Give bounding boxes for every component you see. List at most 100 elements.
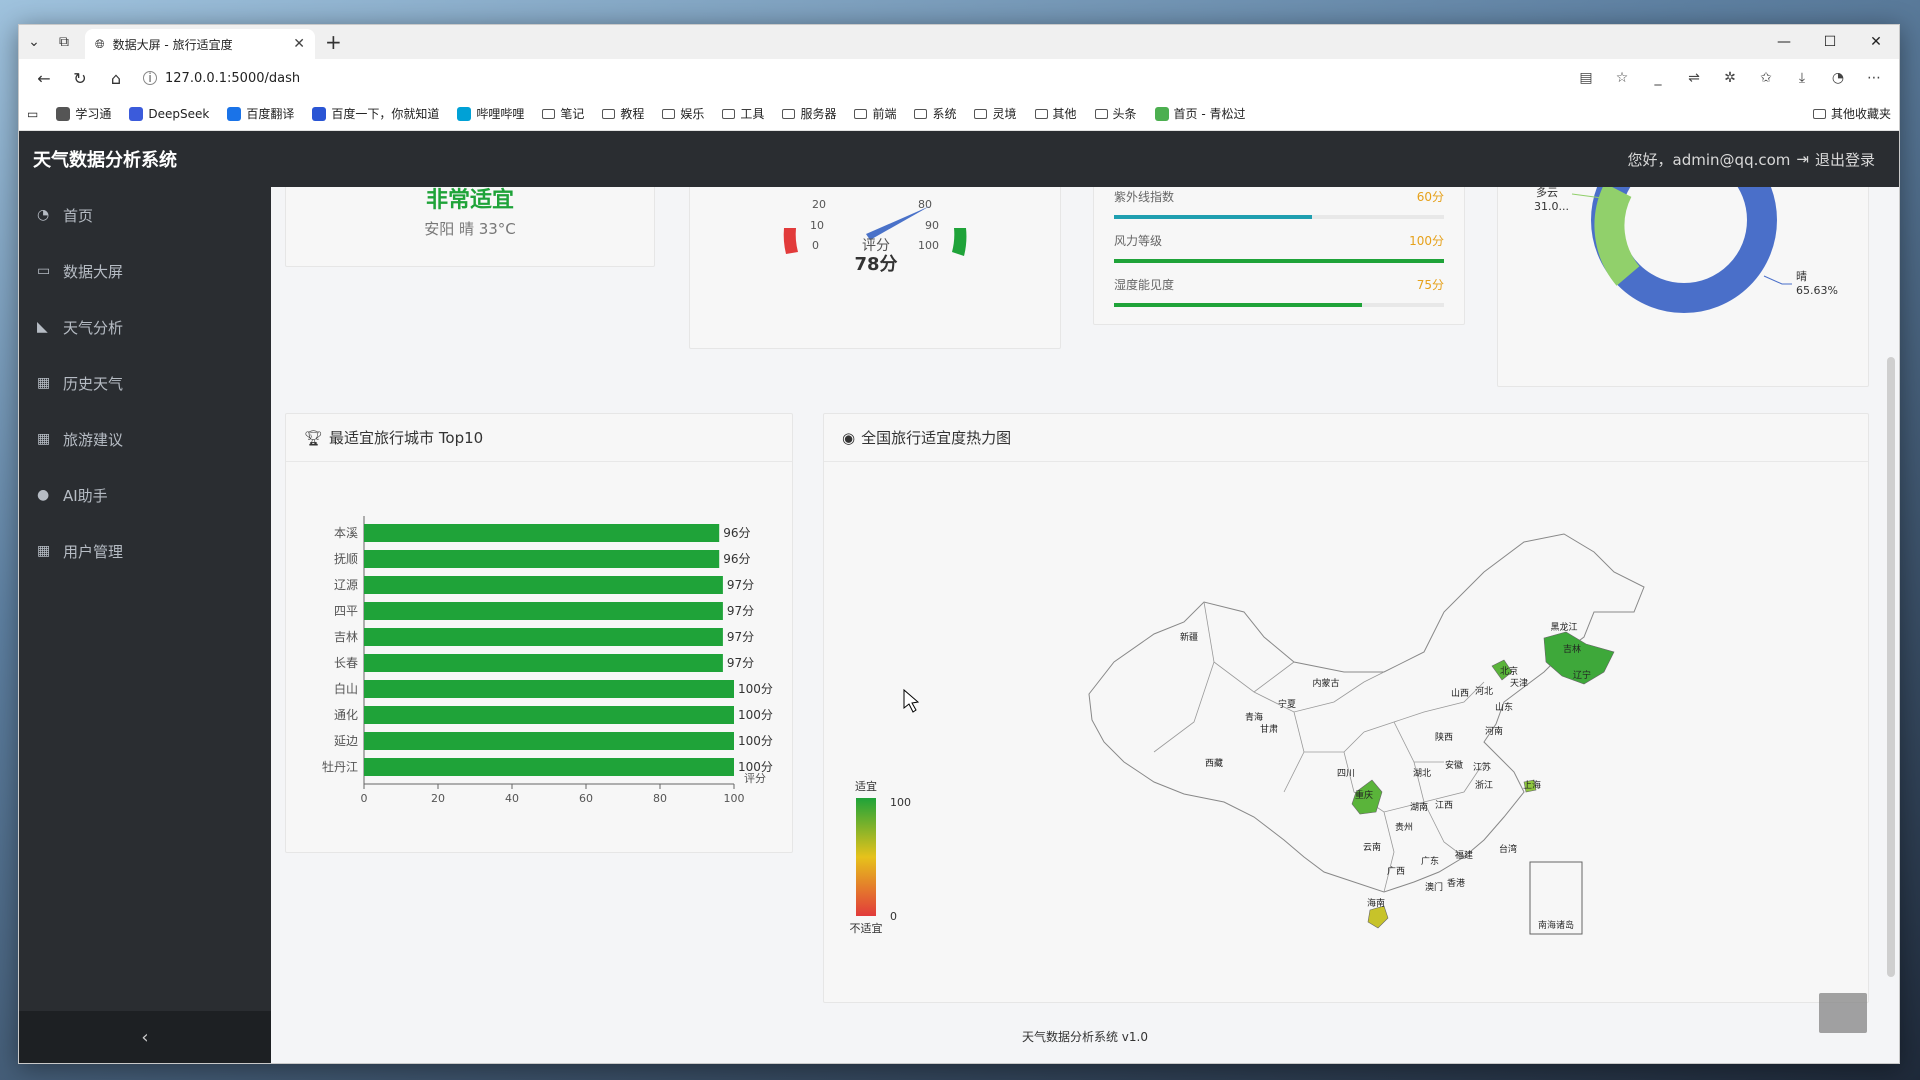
bookmark-site-icon <box>312 106 327 121</box>
sidebar-item[interactable]: ◔ 首页 <box>19 187 271 243</box>
translate-icon[interactable]: ⇌ <box>1679 63 1709 93</box>
bookmark-item[interactable]: DeepSeek <box>129 106 209 121</box>
x-tick-label: 80 <box>653 792 667 805</box>
extensions-icon[interactable]: ✲ <box>1715 63 1745 93</box>
category-label: 长春 <box>334 656 358 670</box>
sidebar-item[interactable]: ▦ 历史天气 <box>19 355 271 411</box>
url-field[interactable]: i 127.0.0.1:5000/dash <box>143 71 1565 86</box>
address-bar: ← ↻ ⌂ i 127.0.0.1:5000/dash ▤ ☆ _ ⇌ ✲ ✩ … <box>19 59 1899 97</box>
bookmark-item[interactable]: 服务器 <box>782 105 836 122</box>
province-label: 江西 <box>1435 800 1453 811</box>
user-greeting: 您好，admin@qq.com <box>1627 150 1791 169</box>
back-icon[interactable]: ← <box>29 63 59 93</box>
province-label: 山东 <box>1495 701 1513 713</box>
bookmark-item[interactable]: 首页 - 青松过 <box>1154 105 1246 122</box>
index-bar <box>1114 215 1312 219</box>
indices-card: 紫外线指数 60分 风力等级 100分 湿度能见度 75分 <box>1093 187 1465 325</box>
bar <box>364 732 734 750</box>
province-label: 海南 <box>1367 897 1385 909</box>
province-label: 澳门 <box>1425 881 1443 893</box>
reader-icon[interactable]: ▤ <box>1571 63 1601 93</box>
browser-tab[interactable]: 🌐︎ 数据大屏 - 旅行适宜度 ✕ <box>85 29 315 59</box>
province-label: 西藏 <box>1205 757 1223 769</box>
close-tab-icon[interactable]: ✕ <box>293 36 305 52</box>
bar <box>364 602 723 620</box>
legend-gradient <box>856 798 876 916</box>
monitor-icon: ▭ <box>37 263 51 279</box>
tab-title: 数据大屏 - 旅行适宜度 <box>112 37 233 52</box>
bookmark-label: 首页 - 青松过 <box>1173 107 1246 121</box>
category-label: 牡丹江 <box>322 759 358 774</box>
folder-icon <box>662 108 676 119</box>
bookmark-item[interactable]: 工具 <box>722 105 764 122</box>
province-label: 陕西 <box>1435 731 1453 743</box>
minimize-button[interactable]: — <box>1761 25 1807 59</box>
bookmark-item[interactable]: 百度一下，你就知道 <box>312 105 439 122</box>
download-icon[interactable]: ⤓ <box>1787 63 1817 93</box>
bookmark-label: 学习通 <box>75 107 112 121</box>
bookmark-item[interactable]: 前端 <box>854 105 896 122</box>
sidebar-item[interactable]: ● AI助手 <box>19 467 271 523</box>
more-icon[interactable]: ⋯ <box>1859 63 1889 93</box>
logout-link[interactable]: 退出登录 <box>1815 149 1875 170</box>
folder-icon <box>782 108 796 119</box>
category-label: 通化 <box>334 708 358 722</box>
scrollbar[interactable] <box>1885 187 1895 1063</box>
sidebar-item-label: 用户管理 <box>63 542 124 561</box>
tab-menu-icon[interactable]: ⌄ <box>19 29 49 55</box>
profile-icon[interactable]: ◔ <box>1823 63 1853 93</box>
workspaces-icon[interactable]: ⧉ <box>49 29 79 55</box>
bookmark-item[interactable]: 百度翻译 <box>227 105 294 122</box>
sidebar-item[interactable]: ◣ 天气分析 <box>19 299 271 355</box>
gauge-tick: 80 <box>918 198 932 211</box>
city-weather: 安阳 晴 33°C <box>424 220 516 238</box>
bookmark-item[interactable]: 其他 <box>1034 105 1077 122</box>
sidebar-item[interactable]: ▦ 旅游建议 <box>19 411 271 467</box>
gauge-green-band <box>952 228 967 256</box>
folder-icon <box>1094 108 1108 119</box>
home-icon[interactable]: ⌂ <box>101 63 131 93</box>
refresh-icon[interactable]: ↻ <box>65 63 95 93</box>
gauge-tick: 10 <box>810 219 824 232</box>
site-info-icon[interactable]: i <box>143 71 157 85</box>
extension-icon[interactable]: _ <box>1643 63 1673 93</box>
province-label: 甘肃 <box>1260 723 1278 735</box>
bookmark-item[interactable]: 笔记 <box>542 105 584 122</box>
gauge-card: 20 10 0 80 90 100 评分 78分 <box>689 187 1061 349</box>
bookmark-label: 灵境 <box>992 107 1017 121</box>
bookmark-item[interactable]: 教程 <box>602 105 644 122</box>
gauge-tick: 90 <box>925 219 939 232</box>
logout-icon[interactable]: ⇥ <box>1796 150 1809 168</box>
folder-icon <box>854 108 868 119</box>
bookmark-label: 哔哩哔哩 <box>476 107 525 121</box>
maximize-button[interactable]: ☐ <box>1807 25 1853 59</box>
donut-leader-line <box>1763 275 1792 285</box>
close-window-button[interactable]: ✕ <box>1853 25 1899 59</box>
province-label: 山西 <box>1451 688 1469 699</box>
bar-value-label: 97分 <box>727 604 754 618</box>
sidebar-item[interactable]: ▦ 用户管理 <box>19 523 271 579</box>
nanhai-label: 南海诸岛 <box>1538 919 1574 931</box>
bookmark-item[interactable]: 头条 <box>1094 105 1137 122</box>
other-bookmarks[interactable]: 其他收藏夹 <box>1812 105 1891 122</box>
bar <box>364 680 734 698</box>
bar <box>364 550 720 568</box>
sidebar-item[interactable]: ▭ 数据大屏 <box>19 243 271 299</box>
new-tab-button[interactable]: + <box>325 30 342 54</box>
bookmark-item[interactable]: 娱乐 <box>662 105 704 122</box>
browser-window: ⌄ ⧉ 🌐︎ 数据大屏 - 旅行适宜度 ✕ + — ☐ ✕ ← ↻ ⌂ i 12… <box>18 24 1900 1064</box>
bookmark-item[interactable]: 学习通 <box>56 105 111 122</box>
gauge-tick: 0 <box>812 239 819 252</box>
bookmark-item[interactable]: 系统 <box>914 105 956 122</box>
bar <box>364 654 723 672</box>
sidebar-item-label: 首页 <box>63 206 94 225</box>
collapse-sidebar-button[interactable]: ‹ <box>19 1011 271 1063</box>
back-to-top-button[interactable] <box>1819 993 1867 1033</box>
mouse-cursor <box>903 688 920 713</box>
tabs-icon[interactable]: ▭ <box>27 107 38 121</box>
favorite-star-icon[interactable]: ☆ <box>1607 63 1637 93</box>
bookmark-item[interactable]: 灵境 <box>974 105 1017 122</box>
favorites-icon[interactable]: ✩ <box>1751 63 1781 93</box>
bookmark-item[interactable]: 哔哩哔哩 <box>457 105 524 122</box>
weather-donut: 多云 31.0... 晴 65.63% <box>1534 187 1838 313</box>
